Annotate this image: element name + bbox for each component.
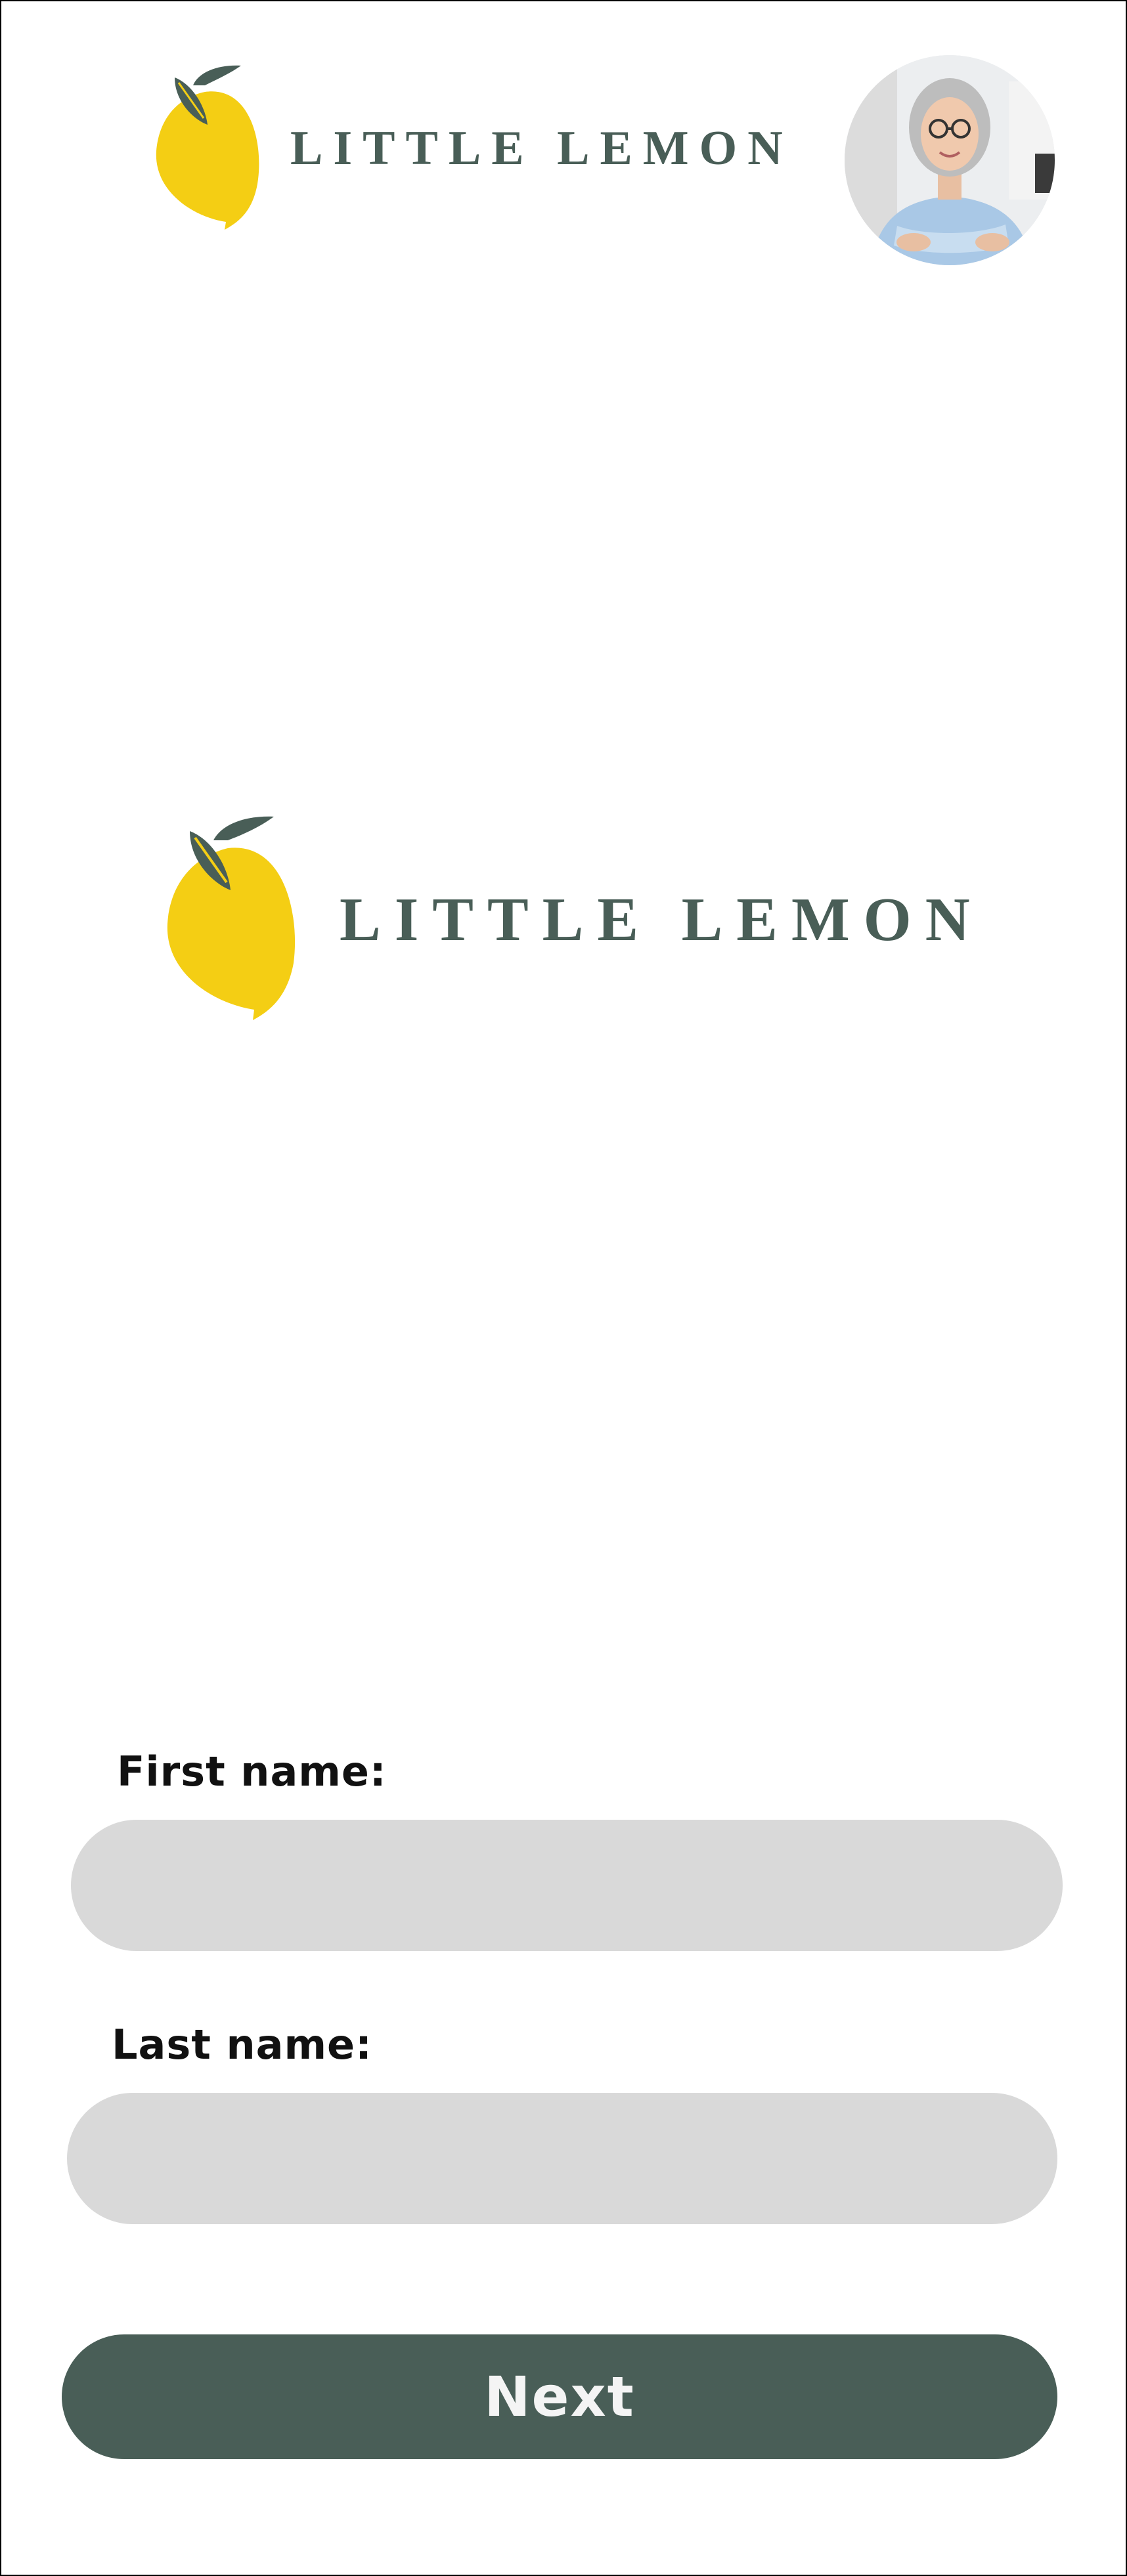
header-logo-graphic: LITTLE LEMON — [156, 65, 783, 230]
hero-logo: LITTLE LEMON — [162, 809, 970, 1032]
lemon-icon — [156, 65, 259, 230]
profile-avatar[interactable] — [845, 55, 1055, 265]
first-name-input[interactable] — [71, 1820, 1063, 1951]
avatar-photo — [845, 55, 1055, 265]
hero-logo-graphic: LITTLE LEMON — [167, 816, 970, 1020]
header-bar: LITTLE LEMON — [1, 1, 1126, 284]
lemon-icon — [167, 816, 296, 1020]
last-name-input[interactable] — [67, 2093, 1057, 2224]
next-button[interactable]: Next — [62, 2334, 1057, 2459]
header-logo-text: LITTLE LEMON — [290, 121, 783, 175]
first-name-label: First name: — [117, 1748, 387, 1795]
hero-logo-text: LITTLE LEMON — [340, 886, 970, 954]
header-logo: LITTLE LEMON — [152, 59, 783, 236]
next-button-label: Next — [484, 2365, 635, 2429]
app-frame: LITTLE LEMON LITTLE LEMON First name: La… — [0, 0, 1127, 2576]
last-name-label: Last name: — [112, 2021, 372, 2069]
